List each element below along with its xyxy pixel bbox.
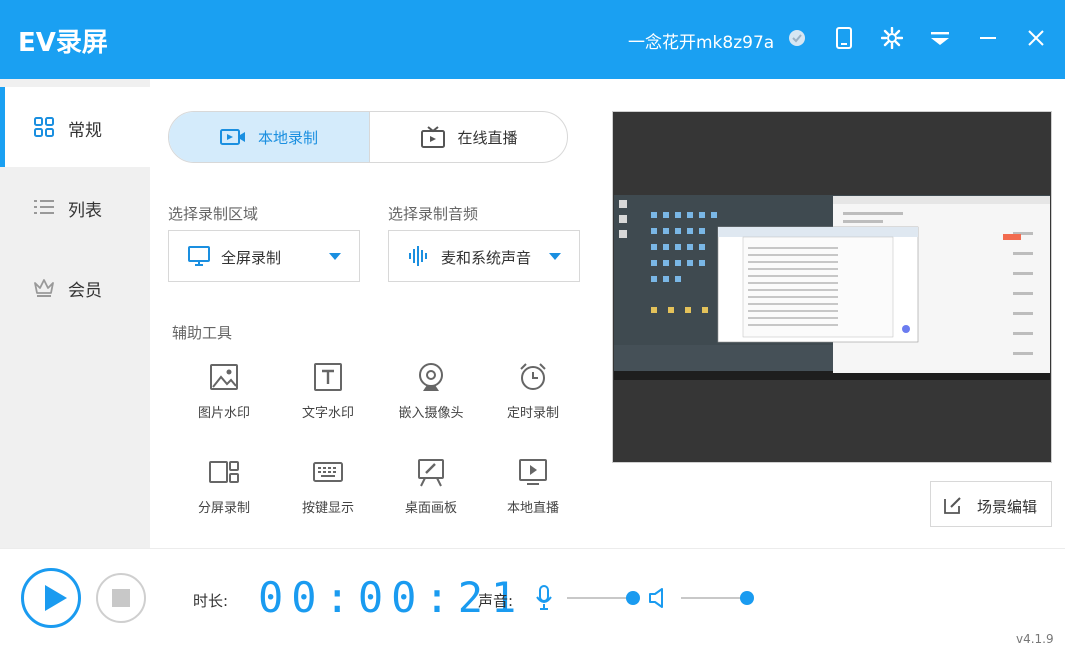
ev-recorder-window: EV录屏 一念花开mk8z97a 常规 列表 会员 本地录制 在线直播 选择录制… [0,0,1065,649]
title-bar: EV录屏 一念花开mk8z97a [0,0,1065,79]
tool-label: 本地直播 [506,501,559,516]
screen-preview [612,111,1052,463]
close-icon[interactable] [1022,24,1050,52]
speaker-volume-slider[interactable] [681,591,754,605]
sidebar-item-list[interactable]: 列表 [0,167,150,247]
username[interactable]: 一念花开mk8z97a [628,28,774,53]
tab-label: 本地录制 [257,128,318,147]
microphone-icon[interactable] [535,585,553,611]
vip-badge-icon[interactable] [783,24,811,52]
easel-icon [418,459,444,487]
edit-icon [944,497,961,514]
version-label: v4.1.9 [1016,632,1054,646]
tool-desktop-whiteboard[interactable]: 桌面画板 [386,457,476,527]
speaker-icon[interactable] [648,587,670,609]
tab-live-stream[interactable]: 在线直播 [369,112,567,162]
stop-record-button[interactable] [96,573,146,623]
sidebar: 常规 列表 会员 [0,79,150,549]
region-select[interactable]: 全屏录制 [168,230,360,282]
audio-label: 选择录制音频 [388,205,479,223]
mobile-icon[interactable] [830,24,858,52]
monitor-icon [188,246,210,266]
tool-key-display[interactable]: 按键显示 [283,457,373,527]
tool-label: 按键显示 [301,501,354,516]
start-record-button[interactable] [21,568,81,628]
tool-local-live[interactable]: 本地直播 [488,457,578,527]
region-label: 选择录制区域 [168,205,259,223]
sidebar-item-label: 会员 [68,281,102,301]
tab-local-record[interactable]: 本地录制 [169,112,369,162]
chevron-down-icon [329,253,341,260]
split-screen-icon [209,461,239,483]
minimize-icon[interactable] [974,24,1002,52]
tab-label: 在线直播 [457,128,518,147]
sidebar-item-general[interactable]: 常规 [0,87,150,167]
audio-value: 麦和系统声音 [441,249,532,267]
tools-label: 辅助工具 [172,324,233,342]
tool-embed-camera[interactable]: 嵌入摄像头 [386,362,476,432]
sound-label: 声音: [478,592,514,610]
sidebar-item-membership[interactable]: 会员 [0,247,150,327]
scene-edit-button[interactable]: 场景编辑 [930,481,1052,527]
tool-label: 桌面画板 [404,501,457,516]
tv-icon [421,126,446,148]
audio-wave-icon [409,246,427,266]
keyboard-icon [313,462,343,482]
scene-edit-label: 场景编辑 [977,498,1038,516]
crown-icon [34,279,54,297]
tool-image-watermark[interactable]: 图片水印 [179,362,269,432]
text-icon [314,363,342,391]
tool-label: 分屏录制 [197,501,250,516]
play-screen-icon [519,459,547,485]
chevron-down-icon [549,253,561,260]
tool-split-screen[interactable]: 分屏录制 [179,457,269,527]
control-bar [0,548,1065,649]
duration-label: 时长: [193,592,229,610]
image-icon [210,364,238,390]
menu-dropdown-icon[interactable] [926,24,954,52]
slider-handle[interactable] [740,591,754,605]
mode-tabs: 本地录制 在线直播 [168,111,568,163]
gear-icon[interactable] [878,24,906,52]
audio-select[interactable]: 麦和系统声音 [388,230,580,282]
webcam-icon [419,363,443,391]
tool-label: 定时录制 [506,406,559,421]
tool-text-watermark[interactable]: 文字水印 [283,362,373,432]
tool-label: 文字水印 [301,406,354,421]
grid-icon [34,117,54,137]
app-title: EV录屏 [18,28,108,58]
desktop-thumbnail [613,112,1051,462]
list-icon [34,200,54,214]
mic-volume-slider[interactable] [567,591,640,605]
tool-label: 嵌入摄像头 [398,406,464,421]
sidebar-item-label: 常规 [68,121,102,141]
tool-timed-record[interactable]: 定时录制 [488,362,578,432]
tool-label: 图片水印 [197,406,250,421]
sidebar-item-label: 列表 [68,201,102,221]
alarm-clock-icon [520,363,546,390]
region-value: 全屏录制 [221,249,282,267]
slider-handle[interactable] [626,591,640,605]
video-camera-icon [219,129,245,145]
